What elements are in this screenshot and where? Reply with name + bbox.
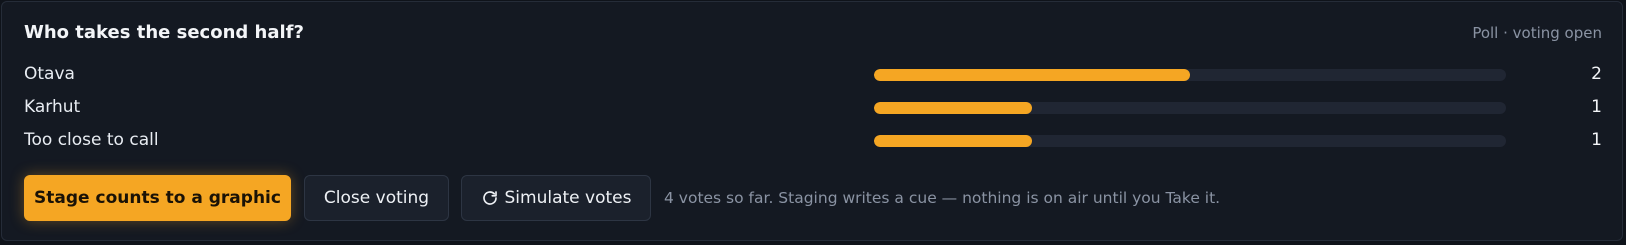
poll-option: Too close to call 1 (2, 126, 1622, 156)
poll-option: Otava 2 (2, 60, 1622, 90)
option-bar-fill (874, 135, 1032, 147)
option-bar-fill (874, 69, 1190, 81)
close-voting-button[interactable]: Close voting (304, 175, 449, 221)
option-bar-track (874, 135, 1506, 147)
poll-status: Poll · voting open (1472, 24, 1602, 42)
option-label: Karhut (24, 97, 81, 117)
option-label: Otava (24, 64, 75, 84)
option-label: Too close to call (24, 130, 159, 150)
option-bar-fill (874, 102, 1032, 114)
poll-option: Karhut 1 (2, 93, 1622, 123)
simulate-votes-label: Simulate votes (504, 188, 632, 208)
poll-panel: Who takes the second half? Poll · voting… (1, 1, 1623, 241)
vote-hint: 4 votes so far. Staging writes a cue — n… (664, 189, 1221, 207)
option-bar-track (874, 102, 1506, 114)
poll-question: Who takes the second half? (24, 22, 304, 43)
refresh-icon (481, 189, 499, 207)
stage-counts-button[interactable]: Stage counts to a graphic (24, 175, 291, 221)
option-bar-track (874, 69, 1506, 81)
option-count: 1 (1591, 130, 1602, 150)
option-count: 2 (1591, 64, 1602, 84)
option-count: 1 (1591, 97, 1602, 117)
simulate-votes-button[interactable]: Simulate votes (461, 175, 651, 221)
